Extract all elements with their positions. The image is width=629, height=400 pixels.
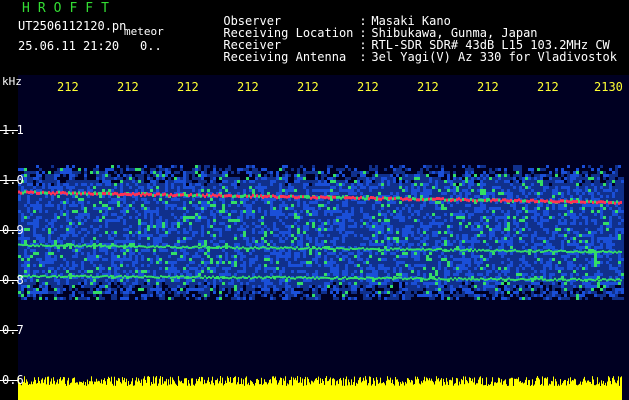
time-tick: 212 (297, 80, 319, 94)
unit-label: kHz (2, 75, 22, 88)
freq-label: 1.0 (2, 173, 24, 187)
noise-field (18, 165, 624, 300)
spectrogram-plot (18, 75, 629, 400)
time-tick: 212 (237, 80, 259, 94)
time-tick: 212 (537, 80, 559, 94)
time-tick: 212 (417, 80, 439, 94)
freq-label: 0.9 (2, 223, 24, 237)
freq-label: 0.7 (2, 323, 24, 337)
time-tick: 2130 (594, 80, 623, 94)
freq-label: 1.1 (2, 123, 24, 137)
time-tick: 212 (117, 80, 139, 94)
time-tick: 212 (357, 80, 379, 94)
time-tick: 212 (57, 80, 79, 94)
freq-label: 0.6 (2, 373, 24, 387)
time-tick: 212 (177, 80, 199, 94)
time-tick: 212 (477, 80, 499, 94)
freq-label: 0.8 (2, 273, 24, 287)
